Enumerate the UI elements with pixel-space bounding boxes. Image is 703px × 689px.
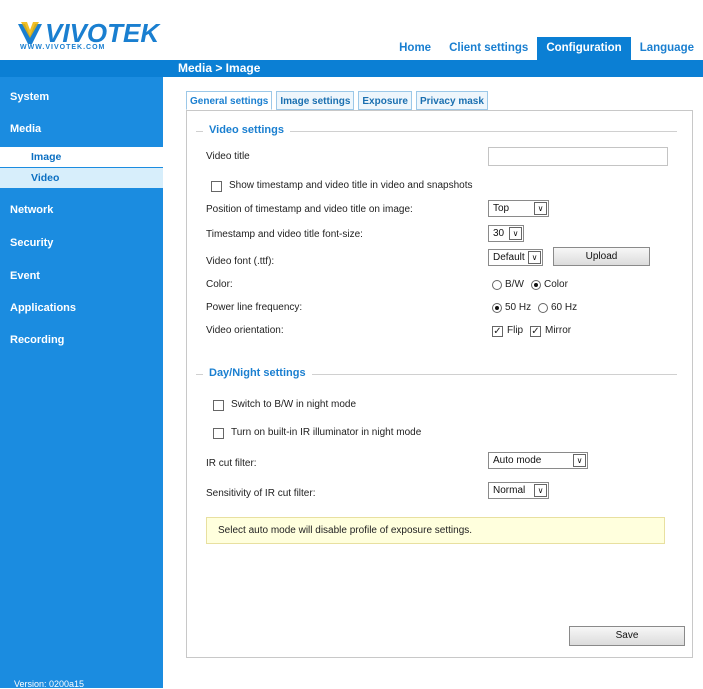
nav-language[interactable]: Language <box>631 37 703 60</box>
sensitivity-label: Sensitivity of IR cut filter: <box>206 488 316 499</box>
color-color-radio[interactable] <box>531 280 541 290</box>
video-settings-legend: Video settings <box>203 124 290 136</box>
sensitivity-select-value: Normal <box>493 485 526 496</box>
upload-button[interactable]: Upload <box>553 247 650 266</box>
sidebar-subitem-image[interactable]: Image <box>0 147 163 167</box>
position-select-value: Top <box>493 203 510 214</box>
sidebar: System Media Image Video Network Securit… <box>0 77 163 689</box>
tab-exposure[interactable]: Exposure <box>358 91 412 110</box>
fontsize-label: Timestamp and video title font-size: <box>206 229 363 240</box>
header: VIVOTEK WWW.VIVOTEK.COM Home Client sett… <box>0 0 703 62</box>
top-navigation: Home Client settings Configuration Langu… <box>390 37 703 60</box>
ir-illuminator-checkbox[interactable] <box>213 428 224 439</box>
video-font-select-value: Default <box>493 252 525 263</box>
vivotek-logo[interactable]: VIVOTEK WWW.VIVOTEK.COM <box>18 18 168 52</box>
power-50hz-radio[interactable] <box>492 303 502 313</box>
chevron-down-icon: ∨ <box>534 202 547 215</box>
chevron-down-icon: ∨ <box>528 251 541 264</box>
show-timestamp-label: Show timestamp and video title in video … <box>229 180 473 191</box>
sidebar-item-event[interactable]: Event <box>10 270 173 282</box>
mirror-label: Mirror <box>545 325 572 336</box>
sidebar-item-media[interactable]: Media <box>10 123 173 135</box>
fontsize-select[interactable]: 30 ∨ <box>488 225 524 242</box>
notice-box: Select auto mode will disable profile of… <box>206 517 665 544</box>
page-title: Media > Image <box>178 61 261 75</box>
chevron-down-icon: ∨ <box>509 227 522 240</box>
sidebar-item-network[interactable]: Network <box>10 204 173 216</box>
video-title-input[interactable] <box>488 147 668 166</box>
tab-general-settings[interactable]: General settings <box>186 91 273 110</box>
sidebar-item-security[interactable]: Security <box>10 237 173 249</box>
show-timestamp-checkbox[interactable] <box>211 181 222 192</box>
color-color-label: Color <box>544 279 568 290</box>
video-font-select[interactable]: Default ∨ <box>488 249 543 266</box>
orientation-label: Video orientation: <box>206 325 284 336</box>
ir-cut-select-value: Auto mode <box>493 455 542 466</box>
ir-illuminator-label: Turn on built-in IR illuminator in night… <box>231 427 422 438</box>
power-60hz-radio[interactable] <box>538 303 548 313</box>
logo-subtext: WWW.VIVOTEK.COM <box>20 44 106 51</box>
video-title-label: Video title <box>206 151 250 162</box>
color-label: Color: <box>206 279 233 290</box>
title-bar: Media > Image <box>0 60 703 77</box>
sidebar-item-system[interactable]: System <box>10 91 173 103</box>
flip-label: Flip <box>507 325 524 336</box>
power-60hz-label: 60 Hz <box>551 302 578 313</box>
color-bw-radio[interactable] <box>492 280 502 290</box>
video-font-label: Video font (.ttf): <box>206 256 275 267</box>
flip-checkbox[interactable]: ✓ <box>492 326 503 337</box>
save-button[interactable]: Save <box>569 626 685 646</box>
settings-panel <box>186 110 693 658</box>
chevron-down-icon: ∨ <box>573 454 586 467</box>
tab-privacy-mask[interactable]: Privacy mask <box>415 91 488 110</box>
sensitivity-select[interactable]: Normal ∨ <box>488 482 549 499</box>
color-bw-label: B/W <box>505 279 524 290</box>
sidebar-subitem-video[interactable]: Video <box>0 168 163 188</box>
ir-cut-label: IR cut filter: <box>206 458 257 469</box>
fontsize-select-value: 30 <box>493 228 505 239</box>
position-select[interactable]: Top ∨ <box>488 200 549 217</box>
power-line-label: Power line frequency: <box>206 302 303 313</box>
chevron-down-icon: ∨ <box>534 484 547 497</box>
logo-mark-icon <box>18 22 42 44</box>
sidebar-item-recording[interactable]: Recording <box>10 334 173 346</box>
sidebar-item-applications[interactable]: Applications <box>10 302 173 314</box>
switch-bw-checkbox[interactable] <box>213 400 224 411</box>
day-night-legend: Day/Night settings <box>203 367 312 379</box>
power-50hz-label: 50 Hz <box>505 302 532 313</box>
tab-bar: General settings Image settings Exposure… <box>186 91 492 110</box>
tab-image-settings[interactable]: Image settings <box>276 91 355 110</box>
position-label: Position of timestamp and video title on… <box>206 204 413 215</box>
nav-client-settings[interactable]: Client settings <box>440 37 537 60</box>
switch-bw-label: Switch to B/W in night mode <box>231 399 357 410</box>
mirror-checkbox[interactable]: ✓ <box>530 326 541 337</box>
ir-cut-select[interactable]: Auto mode ∨ <box>488 452 588 469</box>
nav-home[interactable]: Home <box>390 37 440 60</box>
nav-configuration[interactable]: Configuration <box>537 37 631 60</box>
